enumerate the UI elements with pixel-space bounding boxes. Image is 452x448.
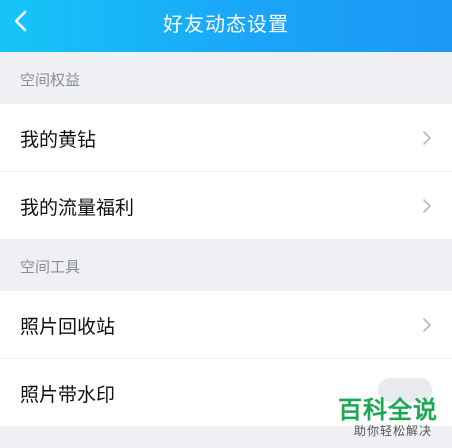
menu-item-my-yellow-diamond[interactable]: 我的黄钻 [0, 104, 452, 171]
chevron-right-icon [422, 317, 432, 333]
watermark-logo: 百科全说 助你轻松解决 [322, 388, 452, 448]
menu-item-photo-recycle-bin[interactable]: 照片回收站 [0, 291, 452, 358]
section-header-space-tools: 空间工具 [0, 239, 452, 291]
menu-item-label: 照片带水印 [20, 384, 116, 406]
section-title: 空间工具 [20, 258, 81, 276]
menu-item-label: 我的黄钻 [20, 129, 97, 151]
menu-item-label: 我的流量福利 [20, 197, 135, 219]
title-bar: 好友动态设置 [0, 0, 452, 52]
watermark-title: 百科全说 [338, 396, 438, 424]
chevron-right-icon [422, 130, 432, 146]
menu-item-my-data-perks[interactable]: 我的流量福利 [0, 172, 452, 239]
section-header-space-benefits: 空间权益 [0, 52, 452, 104]
section-title: 空间权益 [20, 71, 81, 89]
chevron-right-icon [422, 198, 432, 214]
menu-item-label: 照片回收站 [20, 316, 116, 338]
page-title: 好友动态设置 [163, 12, 289, 36]
watermark-subtitle: 助你轻松解决 [353, 424, 432, 438]
